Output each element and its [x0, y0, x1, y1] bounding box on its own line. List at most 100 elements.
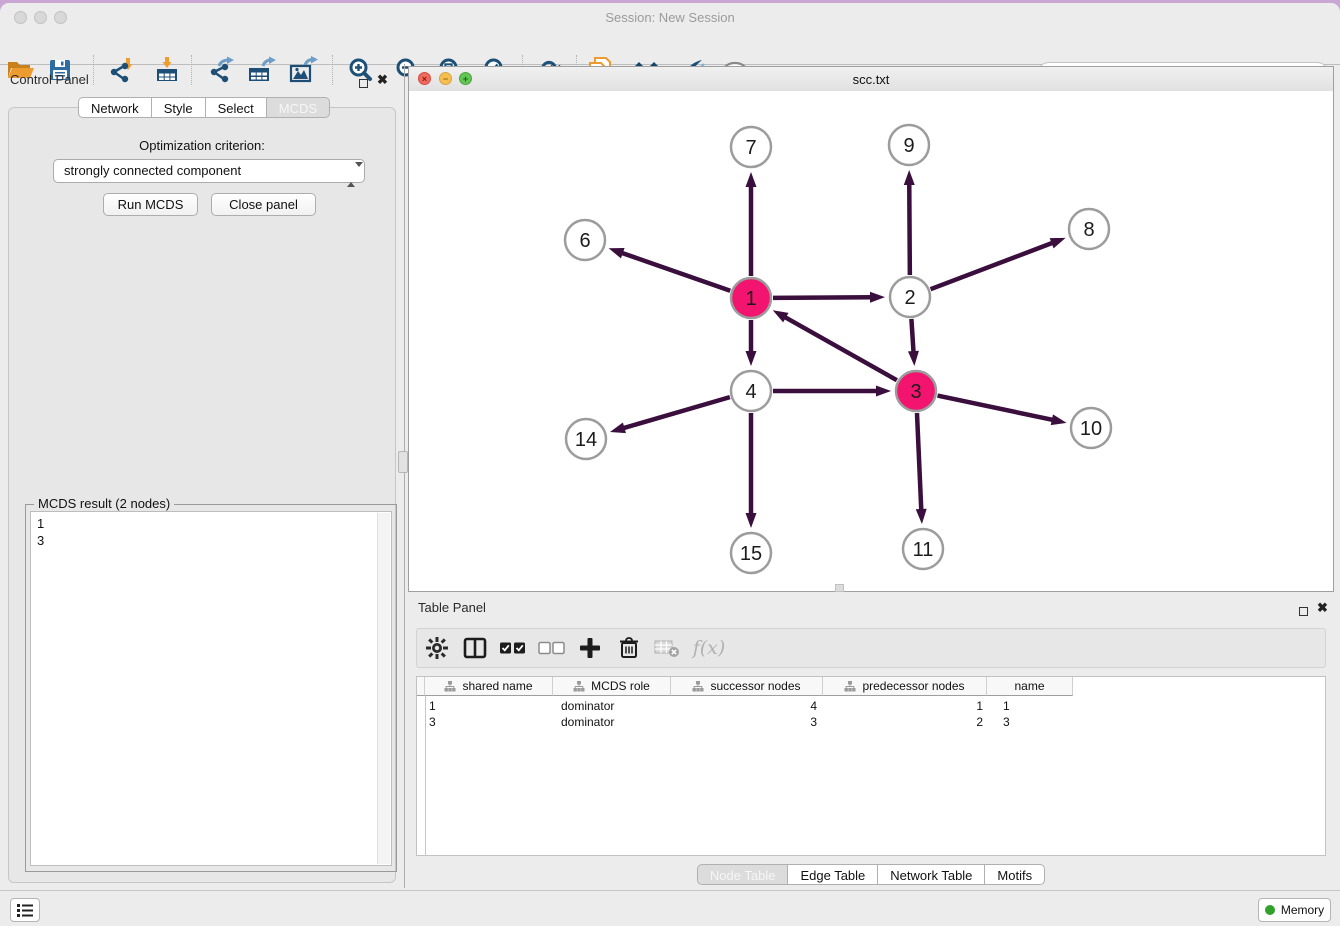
- graph-edge-arrow-1-7[interactable]: [746, 172, 757, 187]
- delete-table-icon: [648, 633, 686, 663]
- table-cell[interactable]: 1: [425, 698, 553, 714]
- tab-motifs[interactable]: Motifs: [984, 864, 1045, 885]
- unselect-all-icon[interactable]: [532, 633, 570, 663]
- graph-node-label-3: 3: [910, 381, 921, 403]
- network-window-titlebar[interactable]: × − + scc.txt: [409, 67, 1333, 92]
- graph-edge-arrow-1-4[interactable]: [746, 351, 757, 366]
- network-window-title: scc.txt: [409, 72, 1333, 87]
- select-all-icon[interactable]: [493, 633, 532, 663]
- table-toolbar: f(x): [416, 628, 1326, 668]
- memory-button[interactable]: Memory: [1258, 898, 1331, 922]
- graph-edge-1-6[interactable]: [620, 252, 730, 291]
- graph-edge-arrow-4-15[interactable]: [746, 513, 757, 528]
- graph-edge-1-2[interactable]: [773, 297, 873, 298]
- mcds-result-groupbox: MCDS result (2 nodes) 13: [25, 504, 397, 872]
- control-panel-title: Control Panel: [10, 72, 89, 87]
- table-cell[interactable]: 2: [823, 714, 987, 730]
- graph-edge-arrow-3-11[interactable]: [916, 509, 927, 524]
- graph-edge-arrow-2-9[interactable]: [904, 170, 915, 185]
- panel-splitter[interactable]: [404, 64, 405, 888]
- column-header-name[interactable]: name: [987, 677, 1073, 696]
- graph-node-label-8: 8: [1083, 219, 1094, 241]
- column-type-icon: [444, 681, 456, 692]
- close-table-panel-icon[interactable]: ✖: [1317, 601, 1328, 614]
- table-cell[interactable]: 4: [671, 698, 823, 714]
- task-history-button[interactable]: [10, 898, 40, 922]
- graph-edge-3-1[interactable]: [783, 316, 897, 380]
- column-type-icon: [573, 681, 585, 692]
- graph-edge-4-14[interactable]: [622, 397, 730, 429]
- graph-edge-arrow-2-8[interactable]: [1050, 238, 1066, 248]
- criterion-value: strongly connected component: [64, 163, 241, 178]
- graph-edge-arrow-2-3[interactable]: [908, 351, 919, 366]
- mcds-result-title: MCDS result (2 nodes): [34, 496, 174, 511]
- network-resize-grip[interactable]: [835, 584, 844, 592]
- table-cell[interactable]: 3: [987, 714, 1073, 730]
- network-canvas[interactable]: 7968124314101511: [409, 91, 1333, 591]
- table-cell[interactable]: 3: [671, 714, 823, 730]
- graph-edge-2-3[interactable]: [911, 319, 913, 354]
- memory-status-icon: [1265, 905, 1275, 915]
- graph-edge-arrow-3-1[interactable]: [773, 310, 789, 322]
- tab-network-table[interactable]: Network Table: [877, 864, 985, 885]
- graph-node-label-9: 9: [903, 135, 914, 157]
- graph-node-label-11: 11: [913, 539, 934, 561]
- tab-style[interactable]: Style: [151, 97, 206, 118]
- graph-edge-arrow-4-3[interactable]: [876, 386, 891, 397]
- column-header-successor-nodes[interactable]: successor nodes: [671, 677, 823, 696]
- tab-network[interactable]: Network: [78, 97, 152, 118]
- tab-select[interactable]: Select: [205, 97, 267, 118]
- table-cell[interactable]: 1: [823, 698, 987, 714]
- graph-edge-3-10[interactable]: [938, 396, 1055, 421]
- column-type-icon: [692, 681, 704, 692]
- table-cell[interactable]: 1: [987, 698, 1073, 714]
- window-title: Session: New Session: [0, 10, 1340, 25]
- tab-mcds[interactable]: MCDS: [266, 97, 330, 118]
- tab-edge-table[interactable]: Edge Table: [787, 864, 878, 885]
- graph-edge-arrow-1-2[interactable]: [870, 292, 885, 303]
- table-row[interactable]: 3dominator323: [425, 714, 1325, 730]
- memory-label: Memory: [1281, 903, 1324, 917]
- status-bar: Memory: [0, 890, 1340, 926]
- table-row[interactable]: 1dominator411: [425, 698, 1325, 714]
- main-toolbar: ⟳: [0, 26, 1340, 65]
- graph-edge-arrow-4-14[interactable]: [610, 423, 626, 434]
- column-header-predecessor-nodes[interactable]: predecessor nodes: [823, 677, 987, 696]
- run-mcds-button[interactable]: Run MCDS: [103, 193, 198, 216]
- graph-node-label-10: 10: [1080, 418, 1102, 440]
- close-panel-button[interactable]: Close panel: [211, 193, 316, 216]
- criterion-dropdown[interactable]: strongly connected component: [53, 159, 365, 183]
- graph-node-label-14: 14: [575, 429, 597, 451]
- splitter-handle[interactable]: [398, 451, 408, 473]
- delete-columns-icon[interactable]: [610, 633, 648, 663]
- graph-node-label-15: 15: [740, 543, 762, 565]
- float-table-panel-icon[interactable]: [1299, 603, 1308, 621]
- add-column-icon[interactable]: [570, 633, 610, 663]
- float-panel-icon[interactable]: [359, 75, 368, 93]
- table-cell[interactable]: 3: [425, 714, 553, 730]
- tab-node-table[interactable]: Node Table: [697, 864, 789, 885]
- table-tabs: Node TableEdge TableNetwork TableMotifs: [408, 864, 1334, 885]
- graph-edge-3-11[interactable]: [917, 413, 921, 512]
- graph-edge-2-9[interactable]: [909, 182, 910, 275]
- graph-node-label-4: 4: [745, 381, 756, 403]
- column-type-icon: [844, 681, 856, 692]
- column-header-mcds-role[interactable]: MCDS role: [553, 677, 671, 696]
- table-options-icon[interactable]: [417, 633, 457, 663]
- result-line: 1: [37, 515, 385, 532]
- mcds-result-text[interactable]: 13: [30, 511, 392, 866]
- mcds-panel: Optimization criterion: strongly connect…: [8, 107, 396, 883]
- table-cell[interactable]: dominator: [553, 698, 671, 714]
- graph-node-label-6: 6: [579, 230, 590, 252]
- close-panel-icon[interactable]: ✖: [377, 73, 388, 86]
- graph-edge-2-8[interactable]: [931, 242, 1055, 289]
- result-scrollbar[interactable]: [377, 513, 390, 864]
- graph-edge-arrow-3-10[interactable]: [1051, 414, 1067, 425]
- network-canvas-wrap[interactable]: 7968124314101511: [409, 91, 1333, 591]
- result-line: 3: [37, 532, 385, 549]
- show-columns-icon[interactable]: [457, 633, 493, 663]
- graph-edge-arrow-1-6[interactable]: [609, 248, 625, 258]
- table-panel-title: Table Panel: [418, 600, 486, 615]
- column-header-shared-name[interactable]: shared name: [425, 677, 553, 696]
- table-cell[interactable]: dominator: [553, 714, 671, 730]
